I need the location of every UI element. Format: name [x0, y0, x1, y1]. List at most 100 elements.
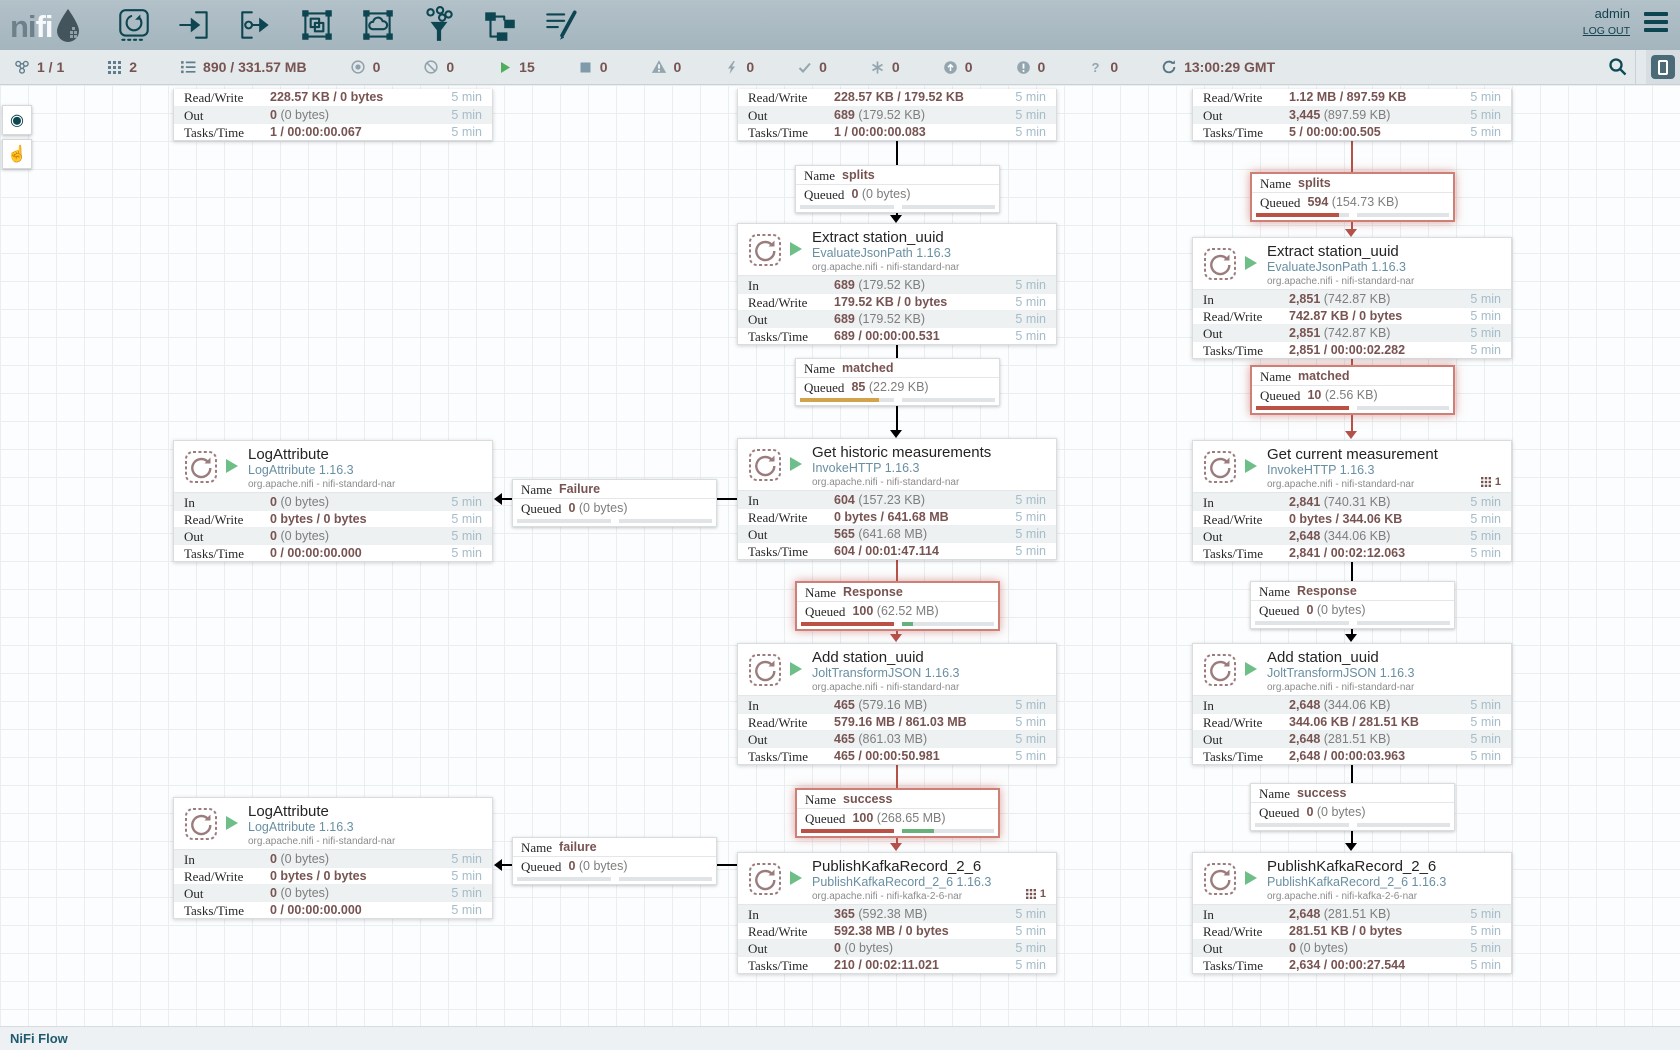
connection-label-response-alert[interactable]: NameResponse Queued100 (62.52 MB) [795, 581, 1000, 631]
processor-bundle: org.apache.nifi - nifi-standard-nar [248, 478, 492, 491]
connection-label-splits[interactable]: Namesplits Queued0 (0 bytes) [795, 165, 1000, 213]
processor-extract-station-uuid-2[interactable]: Extract station_uuidEvaluateJsonPath 1.1… [1192, 237, 1512, 359]
stat-row-tasks: Tasks/Time2,634 / 00:00:27.5445 min [1193, 956, 1511, 973]
logo-text-ni: ni [10, 9, 36, 45]
question-icon: ? [1088, 60, 1103, 75]
arrowhead-icon [1345, 634, 1357, 642]
logo-text-fi: fi [36, 9, 53, 45]
status-cluster: 1 / 1 [14, 59, 64, 75]
remote-process-group-tool-icon[interactable] [359, 5, 397, 45]
stat-row-out: Out0 (0 bytes)5 min [1193, 939, 1511, 956]
stat-row-in: In604 (157.23 KB)5 min [738, 491, 1056, 508]
processor-extract-station-uuid[interactable]: Extract station_uuidEvaluateJsonPath 1.1… [737, 223, 1057, 345]
operate-palette-button[interactable]: ☝ [2, 139, 32, 169]
cluster-thread-badge: 1 [1026, 888, 1046, 900]
search-button[interactable] [1601, 50, 1635, 84]
processor-add-station-uuid-2[interactable]: Add station_uuidJoltTransformJSON 1.16.3… [1192, 643, 1512, 765]
stat-row-in: In0 (0 bytes)5 min [174, 850, 492, 867]
stat-row-out: Out0 (0 bytes)5 min [174, 884, 492, 901]
stat-row-read-write: Read/Write742.87 KB / 0 bytes5 min [1193, 307, 1511, 324]
running-status-icon [790, 871, 802, 885]
processor-stamp-icon [1202, 652, 1238, 693]
processor-title: Extract station_uuid [1267, 243, 1511, 260]
breadcrumb[interactable]: NiFi Flow [10, 1031, 68, 1046]
connection-label-success[interactable]: Namesuccess Queued0 (0 bytes) [1250, 783, 1455, 831]
running-status-icon [790, 242, 802, 256]
processor-stamp-icon [1202, 246, 1238, 287]
running-play-icon [497, 60, 512, 75]
queue-list-icon [180, 59, 196, 75]
processor-add-station-uuid[interactable]: Add station_uuidJoltTransformJSON 1.16.3… [737, 643, 1057, 765]
process-group-tool-icon[interactable] [298, 5, 336, 45]
processor-stamp-icon [747, 447, 783, 488]
processor-partial-mid[interactable]: Read/Write228.57 KB / 179.52 KB5 min Out… [737, 89, 1057, 141]
connection-label-response[interactable]: NameResponse Queued0 (0 bytes) [1250, 581, 1455, 629]
cluster-icon [14, 59, 30, 75]
stat-row-out: Out0 (0 bytes)5 min [174, 527, 492, 544]
refresh-icon [1161, 59, 1177, 75]
stat-row-tasks: Tasks/Time210 / 00:02:11.0215 min [738, 956, 1056, 973]
label-tool-icon[interactable] [542, 5, 580, 45]
processor-stamp-icon [747, 861, 783, 902]
connection-label-failure[interactable]: NameFailure Queued0 (0 bytes) [512, 479, 717, 527]
template-tool-icon[interactable] [481, 5, 519, 45]
processor-partial-right[interactable]: Read/Write1.12 MB / 897.59 KB5 min Out3,… [1192, 89, 1512, 141]
processor-bundle: org.apache.nifi - nifi-standard-nar [1267, 275, 1511, 288]
check-icon [797, 60, 812, 75]
panel-toggle-button[interactable] [1646, 50, 1680, 84]
navigate-palette-button[interactable]: ◉ [2, 105, 32, 135]
arrowhead-icon [890, 430, 902, 438]
input-port-tool-icon[interactable] [176, 5, 214, 45]
stat-row-tasks: Tasks/Time689 / 00:00:00.5315 min [738, 327, 1056, 344]
processor-get-historic-measurements[interactable]: Get historic measurementsInvokeHTTP 1.16… [737, 438, 1057, 560]
current-user: admin [1595, 6, 1630, 21]
connection-label-failure-bottom[interactable]: Namefailure Queued0 (0 bytes) [512, 837, 717, 885]
status-queued: 890 / 331.57 MB [180, 59, 307, 75]
status-disabled: 0 [724, 59, 754, 75]
connection-label-matched-alert[interactable]: Namematched Queued10 (2.56 KB) [1250, 365, 1455, 415]
stat-row-in: In2,648 (344.06 KB)5 min [1193, 696, 1511, 713]
funnel-tool-icon[interactable] [420, 5, 458, 45]
connection-label-success-alert[interactable]: Namesuccess Queued100 (268.65 MB) [795, 788, 1000, 838]
processor-title: LogAttribute [248, 803, 492, 820]
processor-title: Get historic measurements [812, 444, 1056, 461]
status-bar: 1 / 1 2 890 / 331.57 MB 0 0 15 0 0 0 0 0… [0, 50, 1680, 85]
processor-logattribute[interactable]: LogAttributeLogAttribute 1.16.3org.apach… [173, 440, 493, 562]
stat-row-out: Out0 (0 bytes)5 min [738, 939, 1056, 956]
logout-link[interactable]: LOG OUT [1583, 25, 1630, 37]
processor-partial-left[interactable]: Read/Write228.57 KB / 0 bytes5 min Out0 … [173, 89, 493, 141]
stat-row-read-write: Read/Write1.12 MB / 897.59 KB5 min [1193, 89, 1511, 106]
processor-type: PublishKafkaRecord_2_6 1.16.3 [812, 875, 1056, 890]
processor-get-current-measurement[interactable]: Get current measurementInvokeHTTP 1.16.3… [1192, 440, 1512, 562]
status-refresh[interactable]: 13:00:29 GMT [1161, 59, 1275, 75]
processor-logattribute-2[interactable]: LogAttributeLogAttribute 1.16.3org.apach… [173, 797, 493, 919]
stat-row-out: Out689 (179.52 KB)5 min [738, 106, 1056, 123]
processor-publishkafkarecord-2[interactable]: PublishKafkaRecord_2_6PublishKafkaRecord… [1192, 852, 1512, 974]
running-status-icon [226, 816, 238, 830]
stopped-square-icon [578, 60, 593, 75]
connection-label-matched[interactable]: Namematched Queued85 (22.29 KB) [795, 358, 1000, 406]
running-status-icon [1245, 256, 1257, 270]
stat-row-out: Out3,445 (897.59 KB)5 min [1193, 106, 1511, 123]
arrowhead-icon [1345, 229, 1357, 237]
processor-bundle: org.apache.nifi - nifi-kafka-2-6-nar [812, 890, 1056, 903]
processor-publishkafkarecord[interactable]: PublishKafkaRecord_2_6PublishKafkaRecord… [737, 852, 1057, 974]
status-locally-modified: 0 [870, 59, 900, 75]
arrowhead-icon [890, 215, 902, 223]
stat-row-read-write: Read/Write592.38 MB / 0 bytes5 min [738, 922, 1056, 939]
processor-title: LogAttribute [248, 446, 492, 463]
app-header: nifi admin LOG OUT [0, 0, 1680, 50]
output-port-tool-icon[interactable] [237, 5, 275, 45]
flow-canvas[interactable]: ◉ ☝ Read/Write228.57 KB / 0 bytes5 min O… [0, 85, 1680, 1026]
processor-bundle: org.apache.nifi - nifi-standard-nar [812, 261, 1056, 274]
stat-row-read-write: Read/Write344.06 KB / 281.51 KB5 min [1193, 713, 1511, 730]
processor-tool-icon[interactable] [115, 5, 153, 45]
stat-row-out: Out689 (179.52 KB)5 min [738, 310, 1056, 327]
status-stopped: 0 [578, 59, 608, 75]
global-menu-button[interactable] [1644, 12, 1668, 32]
connection-label-splits-alert[interactable]: Namesplits Queued594 (154.73 KB) [1250, 172, 1455, 222]
stat-row-in: In2,841 (740.31 KB)5 min [1193, 493, 1511, 510]
running-status-icon [790, 662, 802, 676]
processor-type: EvaluateJsonPath 1.16.3 [812, 246, 1056, 261]
birdseye-icon: ◉ [10, 110, 24, 130]
